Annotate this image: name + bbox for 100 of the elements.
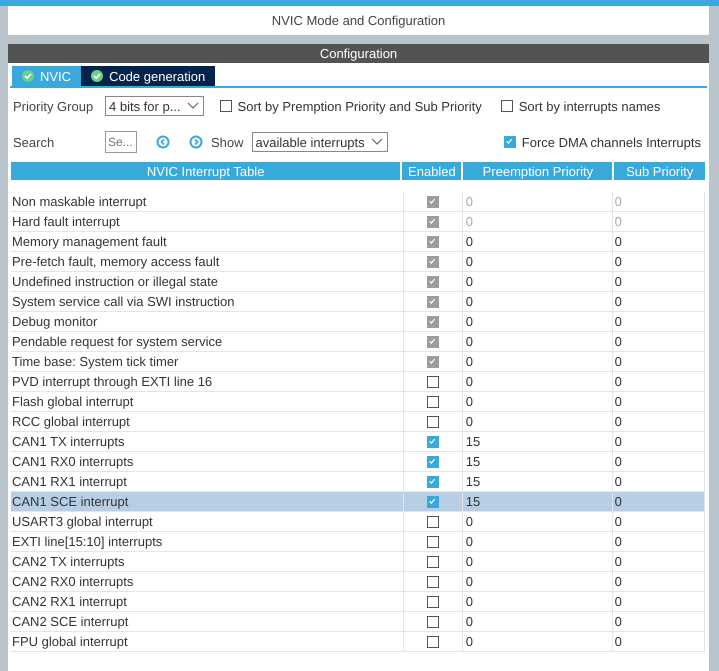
table-row[interactable]: Memory management fault 0 0 bbox=[11, 232, 705, 252]
checkbox[interactable] bbox=[426, 556, 439, 568]
table-cell: 15 bbox=[466, 454, 480, 469]
table-row[interactable]: USART3 global interrupt 0 0 bbox=[11, 512, 705, 532]
table-cell: 0 bbox=[466, 374, 473, 389]
table-cell: 0 bbox=[614, 194, 622, 209]
table-cell: 0 bbox=[614, 234, 622, 249]
table-cell: 0 bbox=[614, 214, 622, 229]
table-row[interactable]: Hard fault interrupt 0 0 bbox=[11, 212, 705, 232]
table-row[interactable]: CAN2 RX1 interrupt 0 0 bbox=[11, 592, 705, 612]
checkbox-label[interactable]: Sort by Premption Priority and Sub Priority bbox=[220, 98, 482, 114]
table-cell: 0 bbox=[466, 274, 473, 289]
caret-icon bbox=[186, 102, 199, 110]
table-cell: 0 bbox=[466, 194, 473, 209]
table-row[interactable]: Debug monitor 0 0 bbox=[11, 312, 705, 332]
table-cell: 0 bbox=[614, 314, 622, 329]
table-row[interactable]: PVD interrupt through EXTI line 16 0 0 bbox=[11, 372, 705, 392]
table-cell: Memory management fault bbox=[12, 234, 167, 249]
table-row[interactable]: RCC global interrupt 0 0 bbox=[11, 412, 705, 432]
tab[interactable]: Code generation bbox=[81, 66, 216, 86]
checkbox[interactable] bbox=[426, 576, 439, 588]
table-cell: CAN2 SCE interrupt bbox=[12, 614, 128, 629]
show-dropdown[interactable]: available interrupts bbox=[252, 132, 388, 152]
table-cell: EXTI line[15:10] interrupts bbox=[12, 534, 162, 549]
checkbox[interactable] bbox=[426, 396, 439, 408]
table-cell: CAN1 RX0 interrupts bbox=[12, 454, 134, 469]
table-row[interactable]: EXTI line[15:10] interrupts 0 0 bbox=[11, 532, 705, 552]
table-cell: 0 bbox=[466, 414, 473, 429]
next-icon[interactable] bbox=[189, 135, 203, 149]
checkbox[interactable] bbox=[426, 616, 439, 628]
table-cell: CAN1 SCE interrupt bbox=[12, 494, 128, 509]
table-cell: Pendable request for system service bbox=[12, 334, 222, 349]
section-header: Configuration bbox=[8, 44, 709, 63]
checkbox[interactable] bbox=[220, 100, 232, 112]
table-row[interactable]: CAN1 SCE interrupt 15 0 bbox=[11, 492, 705, 512]
table-cell: 0 bbox=[614, 634, 622, 649]
table-row[interactable]: CAN2 TX interrupts 0 0 bbox=[11, 552, 705, 572]
table-row[interactable]: Pre-fetch fault, memory access fault 0 0 bbox=[11, 252, 705, 272]
table-row[interactable]: FPU global interrupt 0 0 bbox=[11, 632, 705, 652]
table-cell: 0 bbox=[466, 514, 473, 529]
checkbox[interactable] bbox=[500, 100, 513, 112]
table-cell: 0 bbox=[466, 574, 473, 589]
table-cell: USART3 global interrupt bbox=[12, 514, 153, 529]
table-row[interactable]: CAN2 RX0 interrupts 0 0 bbox=[11, 572, 705, 592]
table-cell: 0 bbox=[614, 334, 622, 349]
table-row[interactable]: CAN1 TX interrupts 15 0 bbox=[11, 432, 705, 452]
table-cell: Flash global interrupt bbox=[12, 394, 134, 409]
checkbox-label[interactable]: Sort by interrupts names bbox=[500, 98, 660, 114]
table-cell: 0 bbox=[614, 354, 622, 369]
table-cell: 0 bbox=[614, 494, 622, 509]
table-cell: 15 bbox=[466, 434, 480, 449]
table-row[interactable]: Pendable request for system service 0 0 bbox=[11, 332, 705, 352]
table-cell: CAN1 RX1 interrupt bbox=[12, 474, 127, 489]
checkbox[interactable] bbox=[426, 416, 439, 428]
table-cell: RCC global interrupt bbox=[12, 414, 130, 429]
table-cell: 0 bbox=[466, 354, 473, 369]
table-cell: 0 bbox=[614, 414, 622, 429]
table-cell: Hard fault interrupt bbox=[12, 214, 120, 229]
checkbox[interactable] bbox=[426, 376, 439, 388]
table-cell: Pre-fetch fault, memory access fault bbox=[12, 254, 220, 269]
table-cell: 0 bbox=[466, 634, 473, 649]
table-cell: CAN2 RX1 interrupt bbox=[12, 594, 127, 609]
table-cell: 0 bbox=[614, 294, 622, 309]
table-cell: 0 bbox=[466, 594, 473, 609]
table-cell: CAN1 TX interrupts bbox=[12, 434, 124, 449]
table-cell: Undefined instruction or illegal state bbox=[12, 274, 218, 289]
table-cell: 0 bbox=[466, 334, 473, 349]
table-cell: 0 bbox=[466, 614, 473, 629]
table-row[interactable]: CAN1 RX0 interrupts 15 0 bbox=[11, 452, 705, 472]
priority-group-dropdown[interactable]: 4 bits for p... bbox=[105, 96, 204, 116]
table-row[interactable]: System service call via SWI instruction 0 0 bbox=[11, 292, 705, 312]
checkbox-label[interactable]: Force DMA channels Interrupts bbox=[504, 134, 701, 150]
table-cell: 0 bbox=[614, 514, 622, 529]
table-cell: 0 bbox=[614, 374, 622, 389]
checkbox[interactable] bbox=[426, 596, 439, 608]
table-cell: 0 bbox=[466, 234, 473, 249]
search-label: Search bbox=[13, 134, 56, 150]
table-cell: System service call via SWI instruction bbox=[12, 294, 235, 309]
table-row[interactable]: Flash global interrupt 0 0 bbox=[11, 392, 705, 412]
table-cell: Debug monitor bbox=[12, 314, 98, 329]
table-row[interactable]: Time base: System tick timer 0 0 bbox=[11, 352, 705, 372]
table-cell: 0 bbox=[614, 474, 622, 489]
table-cell: 0 bbox=[466, 254, 473, 269]
table-cell: CAN2 TX interrupts bbox=[12, 554, 124, 569]
caret-icon bbox=[370, 138, 383, 146]
checkbox[interactable] bbox=[426, 536, 439, 548]
search-field[interactable]: Se... bbox=[105, 131, 137, 153]
checkbox[interactable] bbox=[426, 636, 439, 648]
table-row[interactable]: CAN2 SCE interrupt 0 0 bbox=[11, 612, 705, 632]
table-row[interactable]: Non maskable interrupt 0 0 bbox=[11, 192, 705, 212]
table-cell: 0 bbox=[614, 534, 622, 549]
table-cell: Time base: System tick timer bbox=[12, 354, 178, 369]
priority-group-label: Priority Group bbox=[13, 98, 94, 114]
table-row[interactable]: Undefined instruction or illegal state 0 0 bbox=[11, 272, 705, 292]
table-cell: 0 bbox=[466, 214, 473, 229]
previous-icon[interactable] bbox=[156, 135, 170, 149]
checkbox[interactable] bbox=[504, 136, 516, 148]
checkbox[interactable] bbox=[426, 516, 439, 528]
show-label: Show bbox=[211, 134, 244, 150]
table-cell: 0 bbox=[614, 594, 622, 609]
